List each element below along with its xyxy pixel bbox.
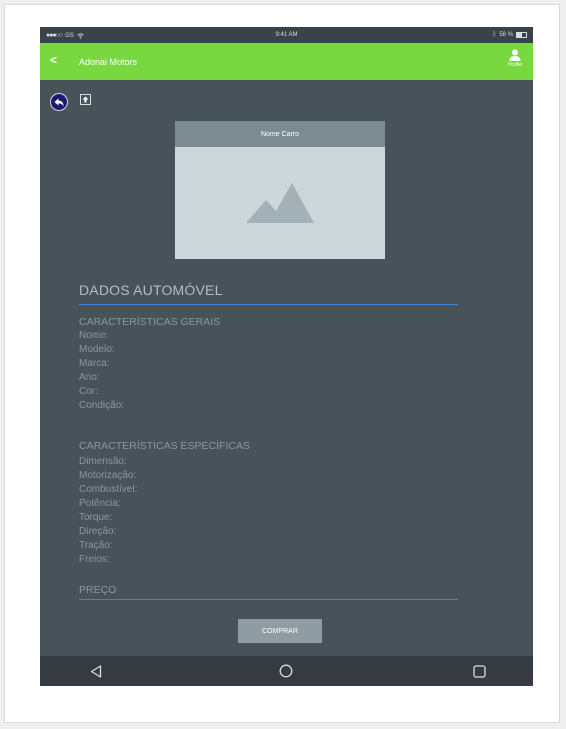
field-freios: Freios: xyxy=(79,554,110,565)
field-modelo: Modelo: xyxy=(79,344,115,355)
tablet-screen: ●●●○○ GS 9:41 AM ᛒ 58 % < Adonai Motors … xyxy=(40,27,533,686)
upload-icon xyxy=(82,96,89,103)
field-cor: Cor: xyxy=(79,386,98,397)
app-bar: < Adonai Motors Profile xyxy=(40,43,533,80)
field-combustivel: Combustível: xyxy=(79,484,138,495)
nav-back-button[interactable] xyxy=(88,663,104,679)
bluetooth-icon: ᛒ xyxy=(492,32,497,38)
section-title: DADOS AUTOMÓVEL xyxy=(79,282,223,298)
square-recents-icon xyxy=(472,664,486,678)
profile-button[interactable]: Profile xyxy=(503,49,527,68)
field-marca: Marca: xyxy=(79,358,110,369)
back-button[interactable] xyxy=(50,93,68,111)
specific-heading: CARACTERÍSTICAS ESPECÍFICAS xyxy=(79,440,250,452)
nav-home-button[interactable] xyxy=(278,663,294,679)
field-dimensao: Dimensão: xyxy=(79,456,127,467)
price-underline xyxy=(79,599,458,600)
car-card: Nome Carro xyxy=(175,121,385,259)
battery-icon xyxy=(516,32,527,38)
field-direcao: Direção: xyxy=(79,526,117,537)
circle-home-icon xyxy=(279,664,293,678)
profile-label: Profile xyxy=(507,62,523,68)
system-nav-bar xyxy=(40,656,533,686)
general-fields: Nome: Modelo: Marca: Ano: Cor: Condição: xyxy=(79,329,124,413)
buy-button[interactable]: COMPRAR xyxy=(238,619,322,643)
field-tracao: Tração: xyxy=(79,540,113,551)
field-potencia: Potência: xyxy=(79,498,121,509)
image-placeholder-icon xyxy=(246,183,314,223)
chevron-left-icon[interactable]: < xyxy=(50,53,57,67)
field-condicao: Condição: xyxy=(79,400,125,411)
field-motorizacao: Motorização: xyxy=(79,470,137,481)
general-heading: CARACTERÍSTICAS GERAIS xyxy=(79,316,221,328)
nav-recents-button[interactable] xyxy=(471,663,487,679)
clock: 9:41 AM xyxy=(275,32,298,38)
undo-arrow-icon xyxy=(54,98,64,106)
title-underline xyxy=(79,304,458,305)
field-nome: Nome: xyxy=(79,330,109,341)
car-name-header: Nome Carro xyxy=(175,121,385,147)
specific-fields: Dimensão: Motorização: Combustível: Potê… xyxy=(79,455,137,567)
price-label: PREÇO xyxy=(79,584,117,596)
field-torque: Torque: xyxy=(79,512,113,523)
app-title: Adonai Motors xyxy=(79,57,138,67)
status-bar: ●●●○○ GS 9:41 AM ᛒ 58 % xyxy=(40,27,533,43)
person-icon xyxy=(509,49,521,61)
battery-percent: 58 % xyxy=(499,32,513,38)
car-image[interactable] xyxy=(175,147,385,259)
upload-button[interactable] xyxy=(80,94,91,105)
field-ano: Ano: xyxy=(79,372,100,383)
triangle-back-icon xyxy=(90,664,102,678)
